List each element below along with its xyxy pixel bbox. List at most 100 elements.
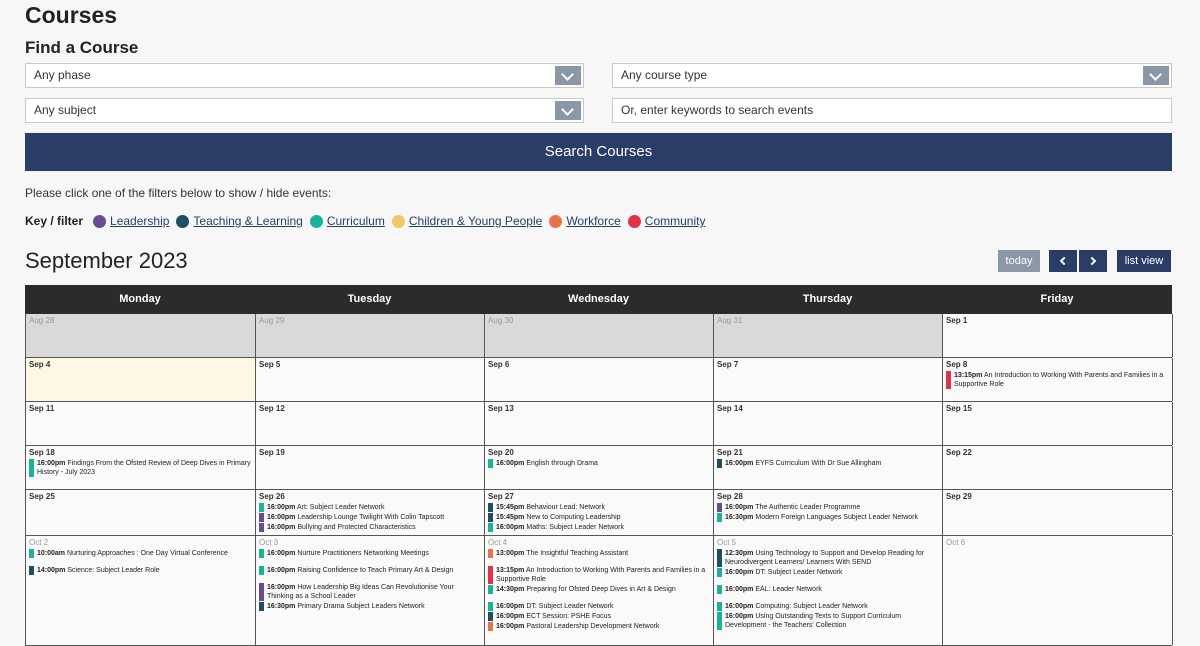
filter-community-link[interactable]: Community xyxy=(645,214,706,228)
event-text: 16:00pm EYFS Curriculum With Dr Sue Alli… xyxy=(725,459,881,468)
calendar-event[interactable]: 16:00pm Bullying and Protected Character… xyxy=(259,523,481,532)
calendar-event[interactable]: 16:00pm Nurture Practitioners Networking… xyxy=(259,549,481,558)
calendar-event[interactable]: 16:30pm Modern Foreign Languages Subject… xyxy=(717,513,939,522)
event-time: 13:00pm xyxy=(496,550,525,557)
calendar-event[interactable]: 12:30pm Using Technology to Support and … xyxy=(717,549,939,567)
calendar-day[interactable]: Sep 15 xyxy=(943,402,1173,445)
calendar-event[interactable]: 16:30pm Primary Drama Subject Leaders Ne… xyxy=(259,602,481,611)
day-number: Sep 20 xyxy=(488,448,514,457)
filter-children-young-people[interactable]: Children & Young People xyxy=(391,214,542,228)
calendar-event[interactable]: 16:00pm How Leadership Big Ideas Can Rev… xyxy=(259,583,481,601)
calendar-day[interactable]: Sep 27 15:45pm Behaviour Lead: Network 15:… xyxy=(485,490,714,535)
next-month-button[interactable] xyxy=(1079,250,1107,272)
calendar-day[interactable]: Sep 5 xyxy=(256,358,485,401)
search-courses-button[interactable]: Search Courses xyxy=(25,133,1172,171)
filter-workforce-link[interactable]: Workforce xyxy=(566,214,620,228)
event-time: 16:00pm xyxy=(267,567,296,574)
calendar-event[interactable]: 13:00pm The Insightful Teaching Assistan… xyxy=(488,549,710,558)
today-button[interactable]: today xyxy=(998,250,1040,272)
phase-select[interactable]: Any phase xyxy=(25,63,584,88)
calendar-event[interactable]: 16:00pm The Authentic Leader Programme xyxy=(717,503,939,512)
filter-workforce[interactable]: Workforce xyxy=(549,214,621,228)
calendar-day[interactable]: Sep 21 16:00pm EYFS Curriculum With Dr Su… xyxy=(714,446,943,489)
calendar-event[interactable]: 16:00pm Raising Confidence to Teach Prim… xyxy=(259,566,481,575)
calendar-day[interactable]: Aug 30 xyxy=(485,314,714,357)
calendar-event[interactable]: 16:00pm Findings From the Ofsted Review … xyxy=(29,459,252,477)
chevron-down-icon[interactable] xyxy=(555,101,581,120)
filter-children-young-people-link[interactable]: Children & Young People xyxy=(409,214,542,228)
event-text: 16:00pm EAL: Leader Network xyxy=(725,585,822,594)
calendar-day[interactable]: Oct 4 13:00pm The Insightful Teaching Ass… xyxy=(485,536,714,645)
calendar-event[interactable]: 16:00pm EAL: Leader Network xyxy=(717,585,939,594)
calendar-event[interactable]: 16:00pm Computing: Subject Leader Networ… xyxy=(717,602,939,611)
calendar-day[interactable]: Sep 22 xyxy=(943,446,1173,489)
calendar-event[interactable]: 13:15pm An Introduction to Working With … xyxy=(946,371,1169,389)
calendar-event[interactable]: 14:00pm Science: Subject Leader Role xyxy=(29,566,252,575)
calendar-day[interactable]: Sep 26 16:00pm Art: Subject Leader Networ… xyxy=(256,490,485,535)
calendar-day[interactable]: Sep 6 xyxy=(485,358,714,401)
keyword-search-input[interactable]: Or, enter keywords to search events xyxy=(612,98,1172,123)
calendar-day[interactable]: Oct 5 12:30pm Using Technology to Support… xyxy=(714,536,943,645)
event-title: Primary Drama Subject Leaders Network xyxy=(297,603,425,610)
day-number: Sep 29 xyxy=(946,492,972,501)
calendar-day[interactable]: Oct 3 16:00pm Nurture Practitioners Netwo… xyxy=(256,536,485,645)
calendar-event[interactable]: 10:00am Nurturing Approaches : One Day V… xyxy=(29,549,252,558)
chevron-down-icon[interactable] xyxy=(555,66,581,85)
calendar-event[interactable]: 15:45pm Behaviour Lead: Network xyxy=(488,503,710,512)
calendar-day[interactable]: Aug 29 xyxy=(256,314,485,357)
day-number: Sep 28 xyxy=(717,492,743,501)
calendar-event[interactable]: 16:00pm Art: Subject Leader Network xyxy=(259,503,481,512)
day-number: Sep 26 xyxy=(259,492,285,501)
calendar-week: Aug 28 Aug 29 Aug 30 Aug 31 Sep 1 xyxy=(26,314,1173,358)
calendar-day[interactable]: Sep 20 16:00pm English through Drama xyxy=(485,446,714,489)
filter-teaching-learning[interactable]: Teaching & Learning xyxy=(176,214,303,228)
calendar-day[interactable]: Sep 29 xyxy=(943,490,1173,535)
calendar-day[interactable]: Sep 7 xyxy=(714,358,943,401)
course-type-select[interactable]: Any course type xyxy=(612,63,1172,88)
calendar-day[interactable]: Oct 2 10:00am Nurturing Approaches : One … xyxy=(26,536,256,645)
calendar-day[interactable]: Aug 31 xyxy=(714,314,943,357)
calendar-day[interactable]: Sep 25 xyxy=(26,490,256,535)
calendar-day[interactable]: Sep 18 16:00pm Findings From the Ofsted R… xyxy=(26,446,256,489)
calendar-event[interactable]: 15:45pm New to Computing Leadership xyxy=(488,513,710,522)
calendar-event[interactable]: 16:00pm EYFS Curriculum With Dr Sue Alli… xyxy=(717,459,939,468)
calendar-day[interactable]: Sep 12 xyxy=(256,402,485,445)
calendar-day[interactable]: Oct 6 xyxy=(943,536,1173,645)
calendar-event[interactable]: 16:00pm DT: Subject Leader Network xyxy=(488,602,710,611)
calendar-day[interactable]: Aug 28 xyxy=(26,314,256,357)
filter-leadership-link[interactable]: Leadership xyxy=(110,214,169,228)
event-time: 16:00pm xyxy=(37,460,66,467)
calendar-day[interactable]: Sep 4 xyxy=(26,358,256,401)
filter-curriculum[interactable]: Curriculum xyxy=(309,214,385,228)
chevron-down-icon[interactable] xyxy=(1143,66,1169,85)
key-filter-label: Key / filter xyxy=(25,214,84,228)
event-title: Science: Subject Leader Role xyxy=(67,567,160,574)
event-category-bar xyxy=(259,523,264,532)
event-title: Raising Confidence to Teach Primary Art … xyxy=(297,567,454,574)
calendar-event[interactable]: 16:00pm Maths: Subject Leader Network xyxy=(488,523,710,532)
calendar-day[interactable]: Sep 8 13:15pm An Introduction to Working … xyxy=(943,358,1173,401)
calendar-day[interactable]: Sep 14 xyxy=(714,402,943,445)
calendar-event[interactable]: 16:00pm English through Drama xyxy=(488,459,710,468)
calendar-day[interactable]: Sep 11 xyxy=(26,402,256,445)
filter-curriculum-link[interactable]: Curriculum xyxy=(327,214,385,228)
filter-community[interactable]: Community xyxy=(627,214,706,228)
calendar-day[interactable]: Sep 28 16:00pm The Authentic Leader Progr… xyxy=(714,490,943,535)
calendar-event[interactable]: 16:00pm DT: Subject Leader Network xyxy=(717,568,939,577)
calendar-event[interactable]: 16:00pm Pastoral Leadership Development … xyxy=(488,622,710,631)
subject-select[interactable]: Any subject xyxy=(25,98,584,123)
list-view-button[interactable]: list view xyxy=(1117,250,1171,272)
calendar-event[interactable]: 16:00pm Using Outstanding Texts to Suppo… xyxy=(717,612,939,630)
filter-leadership[interactable]: Leadership xyxy=(93,214,169,228)
calendar-day[interactable]: Sep 1 xyxy=(943,314,1173,357)
prev-month-button[interactable] xyxy=(1049,250,1077,272)
calendar-event[interactable]: 14:30pm Preparing for Ofsted Deep Dives … xyxy=(488,585,710,594)
calendar-event[interactable]: 16:00pm ECT Session: PSHE Focus xyxy=(488,612,710,621)
calendar-day[interactable]: Sep 19 xyxy=(256,446,485,489)
calendar-day[interactable]: Sep 13 xyxy=(485,402,714,445)
calendar-event[interactable]: 16:00pm Leadership Lounge Twilight With … xyxy=(259,513,481,522)
event-time: 16:00pm xyxy=(725,504,754,511)
calendar-event[interactable]: 13:15pm An Introduction to Working With … xyxy=(488,566,710,584)
event-time: 13:15pm xyxy=(496,567,525,574)
filter-teaching-learning-link[interactable]: Teaching & Learning xyxy=(193,214,302,228)
